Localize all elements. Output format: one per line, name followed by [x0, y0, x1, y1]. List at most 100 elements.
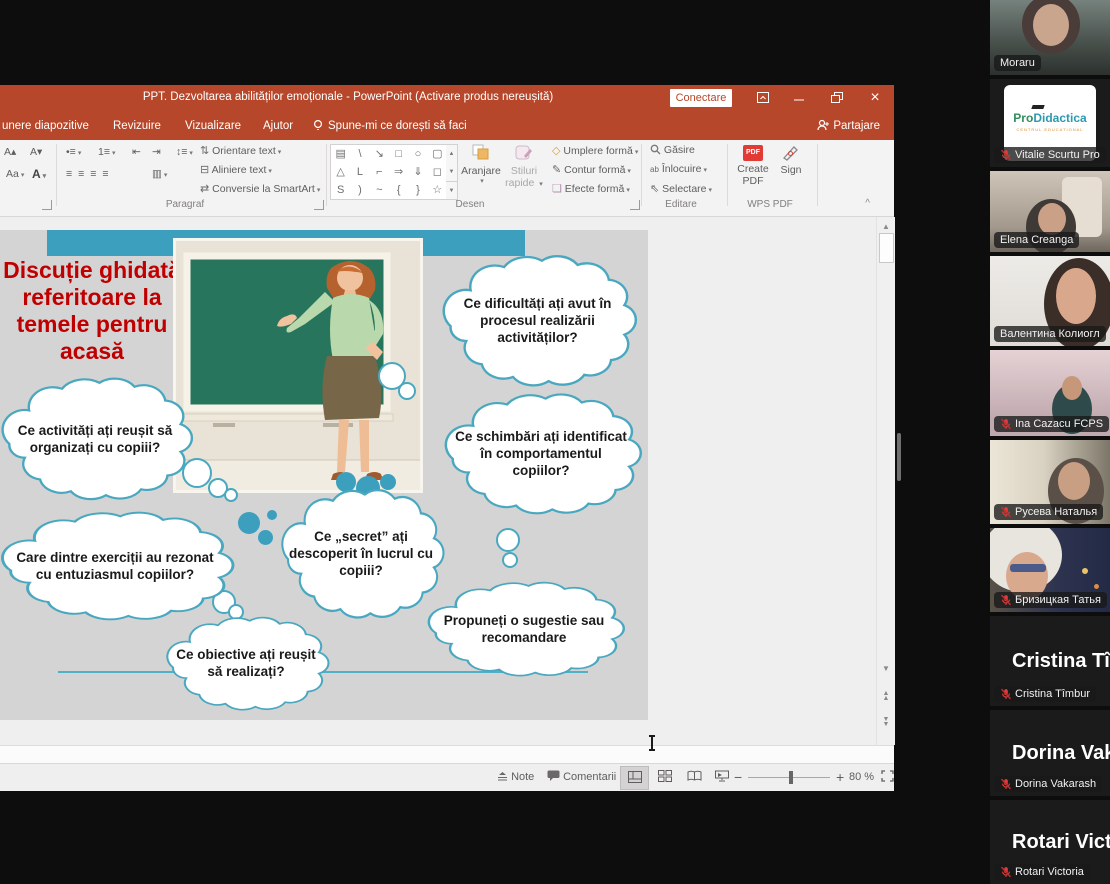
quick-styles-button[interactable]: Stiluri rapide ▾ — [504, 144, 544, 189]
right-arrow-shape-icon[interactable]: ⇒ — [389, 163, 408, 181]
participant-tile-brizitskaya[interactable]: Бризицкая Татья — [990, 528, 1110, 612]
participant-tile-rotari-victoria[interactable]: Rotari Victoria Rotari Victoria — [990, 800, 1110, 884]
bullets-button[interactable]: •≡▾ — [66, 146, 81, 158]
columns-button[interactable]: ▥▾ — [152, 168, 167, 180]
scroll-down-icon[interactable]: ▼ — [877, 664, 895, 673]
slide-scrollbar[interactable]: ▲ ▼ ▲▲ ▼▼ — [876, 217, 895, 745]
sign-in-button[interactable]: Conectare — [670, 89, 732, 107]
curve-shape-icon[interactable]: ~ — [370, 181, 389, 199]
zoom-out-button[interactable]: − — [734, 764, 742, 790]
zoom-slider-thumb[interactable] — [789, 771, 793, 784]
city-light — [1082, 568, 1088, 574]
oval-shape-icon[interactable]: ○ — [408, 145, 427, 163]
font-dialog-launcher[interactable] — [42, 200, 52, 210]
arc-shape-icon[interactable]: ) — [350, 181, 369, 199]
tab-ajutor[interactable]: Ajutor — [263, 112, 293, 140]
roundrect-shape-icon[interactable]: ▢ — [428, 145, 447, 163]
scrollbar-thumb[interactable] — [879, 233, 894, 263]
participant-tile-valentina[interactable]: Валентина Колиогл — [990, 256, 1110, 346]
ribbon-tab-row: unere diapozitive Revizuire Vizualizare … — [0, 112, 894, 140]
numbering-button[interactable]: 1≡▾ — [98, 146, 115, 158]
reading-view-button[interactable] — [681, 766, 708, 788]
text-direction-button[interactable]: ⇅ Orientare text▾ — [200, 144, 281, 157]
down-arrow-shape-icon[interactable]: ⇓ — [408, 163, 427, 181]
next-slide-button[interactable]: ▼▼ — [877, 717, 895, 727]
normal-view-button[interactable] — [620, 766, 649, 790]
elbow-arrow-shape-icon[interactable]: ⌐ — [370, 163, 389, 181]
increase-indent-button[interactable]: ⇥ — [152, 146, 161, 158]
desen-dialog-launcher[interactable] — [630, 200, 640, 210]
star-shape-icon[interactable]: ☆ — [428, 181, 447, 199]
participant-tile-elena-creanga[interactable]: Elena Creanga — [990, 171, 1110, 252]
participant-tile-ina-cazacu[interactable]: Ina Cazacu FCPS — [990, 350, 1110, 436]
thought-bubble: Ce dificultăți ați avut în procesul real… — [435, 247, 640, 397]
right-brace-shape-icon[interactable]: } — [408, 181, 427, 199]
share-button[interactable]: Partajare — [817, 112, 880, 140]
comments-toggle[interactable]: Comentarii — [547, 764, 616, 790]
shape-outline-button[interactable]: ✎ Contur formă▾ — [552, 163, 631, 176]
shrink-font-button[interactable]: A▾ — [30, 146, 42, 158]
arrange-button[interactable]: Aranjare▾ — [458, 144, 504, 185]
shapes-gallery[interactable]: ▤\↘□○▢ △L⌐⇒⇓◻ S)~{}☆ — [330, 144, 448, 200]
align-buttons[interactable]: ≡≡≡≡ — [66, 168, 115, 180]
zoom-level[interactable]: 80 % — [849, 764, 874, 790]
textbox-shape-icon[interactable]: ▤ — [331, 145, 350, 163]
minimize-button[interactable] — [782, 85, 816, 112]
notes-splitter[interactable] — [0, 745, 894, 764]
line-spacing-button[interactable]: ↕≡▾ — [176, 146, 193, 158]
muted-mic-icon — [1000, 418, 1012, 430]
arrange-icon — [472, 144, 490, 162]
triangle-shape-icon[interactable]: △ — [331, 163, 350, 181]
fit-to-window-button[interactable] — [874, 766, 901, 788]
restore-button[interactable] — [820, 85, 854, 112]
shape-effects-button[interactable]: ❏ Efecte formă▾ — [552, 182, 630, 195]
ribbon-display-options-icon[interactable] — [746, 85, 780, 112]
font-color-button[interactable]: A▾ — [32, 167, 46, 181]
find-button[interactable]: Găsire — [650, 144, 695, 156]
thought-dot — [496, 528, 520, 552]
participant-tile-moraru[interactable]: Moraru — [990, 0, 1110, 75]
select-button[interactable]: ⇖ Selectare▾ — [650, 182, 712, 195]
slideshow-view-button[interactable] — [708, 766, 735, 788]
group-separator — [727, 144, 728, 206]
replace-button[interactable]: ab Înlocuire▾ — [650, 163, 707, 175]
previous-slide-button[interactable]: ▲▲ — [877, 691, 895, 701]
sign-button[interactable]: Sign — [775, 144, 807, 176]
create-pdf-button[interactable]: PDF Create PDF — [733, 144, 773, 187]
corner-shape-icon[interactable]: ◻ — [428, 163, 447, 181]
rect-shape-icon[interactable]: □ — [389, 145, 408, 163]
collapse-ribbon-icon[interactable]: ^ — [865, 198, 870, 209]
slide[interactable]: Discuție ghidată referitoare la temele p… — [0, 230, 648, 720]
zoom-in-button[interactable]: + — [836, 764, 844, 790]
tell-me-box[interactable]: Spune-mi ce dorești să faci — [312, 112, 467, 140]
participant-tile-dorina-vakarash[interactable]: Dorina Vakarash Dorina Vakarash — [990, 710, 1110, 796]
grow-font-button[interactable]: A▴ — [4, 146, 16, 158]
decrease-indent-button[interactable]: ⇤ — [132, 146, 141, 158]
line-shape-icon[interactable]: \ — [350, 145, 369, 163]
person-plus-icon — [817, 119, 830, 131]
align-text-button[interactable]: ⊟ Aliniere text▾ — [200, 163, 272, 176]
arrow-shape-icon[interactable]: ↘ — [370, 145, 389, 163]
tab-vizualizare[interactable]: Vizualizare — [185, 112, 241, 140]
smartart-button[interactable]: ⇄ Conversie la SmartArt▾ — [200, 182, 320, 195]
close-button[interactable]: × — [858, 85, 892, 112]
participant-tile-cristina-timbur[interactable]: Cristina Tîmbur Cristina Tîmbur — [990, 616, 1110, 706]
shape-fill-button[interactable]: ◇ Umplere formă▾ — [552, 144, 638, 157]
participant-tile-vitalie-scurtu[interactable]: ProDidactica CENTRUL EDUCATIONAL Vitalie… — [990, 79, 1110, 167]
participant-tile-ruseva[interactable]: Русева Наталья — [990, 440, 1110, 524]
scribble-shape-icon[interactable]: S — [331, 181, 350, 199]
change-case-button[interactable]: Aa▾ — [6, 168, 24, 180]
tab-expunere-diapozitive[interactable]: unere diapozitive — [2, 112, 89, 140]
elbow-shape-icon[interactable]: L — [350, 163, 369, 181]
slide-sorter-view-button[interactable] — [651, 766, 678, 788]
thought-bubble: Ce schimbări ați identificat în comporta… — [437, 386, 645, 524]
paragraf-dialog-launcher[interactable] — [314, 200, 324, 210]
notes-toggle[interactable]: Note — [497, 764, 534, 790]
scroll-up-icon[interactable]: ▲ — [877, 222, 895, 231]
left-brace-shape-icon[interactable]: { — [389, 181, 408, 199]
shapes-gallery-scroll[interactable]: ▲▼▼ — [446, 144, 458, 200]
thought-dot — [502, 552, 518, 568]
tab-revizuire[interactable]: Revizuire — [113, 112, 161, 140]
gallery-scrollbar[interactable] — [897, 433, 901, 481]
slide-editing-area[interactable]: Discuție ghidată referitoare la temele p… — [0, 217, 876, 745]
